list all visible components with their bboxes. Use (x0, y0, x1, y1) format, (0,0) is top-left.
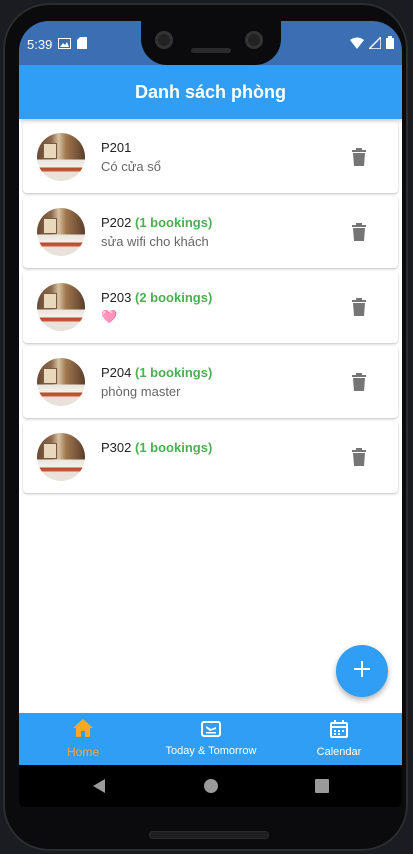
bottom-navigation: Home Today & Tomorrow Calendar (19, 713, 402, 765)
delete-icon[interactable] (351, 298, 367, 316)
nav-label-home: Home (66, 745, 99, 759)
gallery-icon (58, 37, 72, 52)
room-name: P202 (101, 215, 132, 230)
booking-count: (1 bookings) (135, 215, 213, 230)
nav-label-calendar: Calendar (316, 746, 362, 758)
room-note: Có cửa sổ (101, 159, 162, 174)
room-title: P302 (1 bookings) (101, 440, 212, 455)
room-card[interactable]: P203 (2 bookings) 🩷 (23, 271, 398, 343)
add-room-button[interactable] (336, 645, 388, 697)
room-name: P302 (101, 440, 132, 455)
status-time: 5:39 (27, 37, 53, 52)
room-title: P204 (1 bookings) (101, 365, 212, 380)
room-card[interactable]: P202 (1 bookings) sửa wifi cho khách (23, 196, 398, 268)
nav-label-today-tomorrow: Today & Tomorrow (165, 745, 257, 757)
speaker-grille (191, 48, 231, 53)
system-navigation-bar (19, 765, 402, 807)
wifi-icon (350, 36, 364, 54)
room-card[interactable]: P302 (1 bookings) (23, 421, 398, 493)
delete-icon[interactable] (351, 223, 367, 241)
booking-count: (1 bookings) (135, 365, 213, 380)
room-name: P204 (101, 365, 132, 380)
room-note: 🩷 (101, 309, 118, 324)
room-card[interactable]: P204 (1 bookings) phòng master (23, 346, 398, 418)
sim-card-icon (77, 37, 88, 52)
room-avatar (37, 133, 85, 181)
room-title: P203 (2 bookings) (101, 290, 212, 305)
recents-icon[interactable] (315, 779, 329, 798)
page-title: Danh sách phòng (134, 81, 286, 102)
app-bar: Danh sách phòng (19, 65, 402, 119)
home-icon (73, 719, 93, 742)
delete-icon[interactable] (351, 373, 367, 391)
calendar-icon (330, 720, 348, 743)
back-icon[interactable] (92, 779, 106, 798)
booking-count: (1 bookings) (135, 440, 213, 455)
plus-icon (353, 660, 371, 683)
battery-icon (386, 36, 394, 54)
room-avatar (37, 283, 85, 331)
room-title: P202 (1 bookings) (101, 215, 212, 230)
phone-frame: 5:39 Danh sách phòng P201 Có cửa sổ P202… (3, 3, 408, 851)
room-note: phòng master (101, 384, 181, 399)
room-avatar (37, 358, 85, 406)
nav-home[interactable]: Home (53, 713, 113, 765)
camera-icon (245, 31, 263, 49)
room-title: P201 (101, 140, 131, 155)
flight-land-icon (201, 721, 221, 742)
device-speaker-bar (149, 831, 269, 839)
room-note: sửa wifi cho khách (101, 234, 209, 249)
room-avatar (37, 433, 85, 481)
delete-icon[interactable] (351, 148, 367, 166)
booking-count: (2 bookings) (135, 290, 213, 305)
nav-today-tomorrow[interactable]: Today & Tomorrow (151, 713, 271, 765)
nav-calendar[interactable]: Calendar (309, 713, 369, 765)
screen: 5:39 Danh sách phòng P201 Có cửa sổ P202… (19, 21, 402, 807)
room-avatar (37, 208, 85, 256)
camera-notch (141, 21, 281, 65)
room-list[interactable]: P201 Có cửa sổ P202 (1 bookings) sửa wif… (19, 119, 402, 713)
room-name: P201 (101, 140, 132, 155)
delete-icon[interactable] (351, 448, 367, 466)
room-name: P203 (101, 290, 132, 305)
room-card[interactable]: P201 Có cửa sổ (23, 121, 398, 193)
status-bar: 5:39 (19, 21, 402, 65)
signal-icon (367, 35, 382, 54)
home-circle-icon[interactable] (204, 779, 218, 798)
camera-icon (155, 31, 173, 49)
